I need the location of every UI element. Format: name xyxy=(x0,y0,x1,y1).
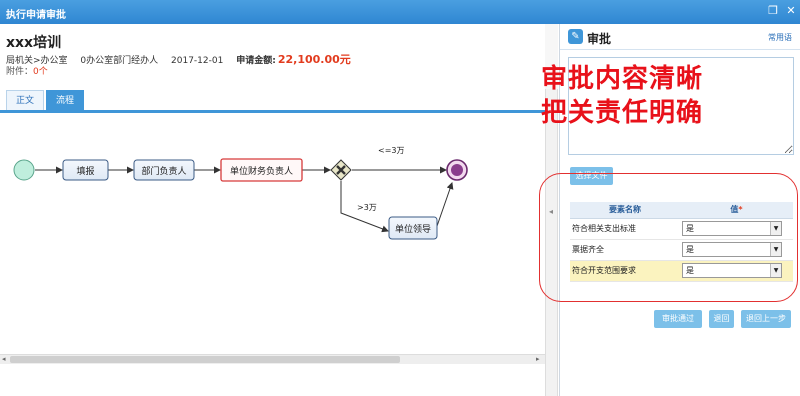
edge-label-gt: >3万 xyxy=(357,203,377,212)
handler: 0办公室部门经办人 xyxy=(80,56,159,66)
approve-button[interactable]: 审批通过 xyxy=(654,310,702,328)
flow-node-leader-label: 单位领导 xyxy=(395,223,431,235)
document-title: xxx培训 xyxy=(6,35,62,51)
approval-title: 审批 xyxy=(587,32,612,46)
attachments: 附件：0个 xyxy=(6,64,48,77)
amount-value: 22,100.00元 xyxy=(277,53,351,66)
tab-bar: 正文 流程 xyxy=(6,90,86,110)
scrollbar-thumb[interactable] xyxy=(10,356,400,363)
annotation-ellipse xyxy=(539,173,798,302)
attachment-count[interactable]: 0个 xyxy=(33,67,48,77)
scroll-right-icon[interactable]: ▸ xyxy=(536,355,540,363)
edge-label-le: <=3万 xyxy=(378,146,405,155)
common-phrases-link[interactable]: 常用语 xyxy=(768,32,792,43)
flow-diagram: 填报 部门负责人 单位财务负责人 单位领导 <=3万 >3万 xyxy=(13,146,468,240)
flow-node-fill-label: 填报 xyxy=(76,165,94,177)
edit-icon: ✎ xyxy=(568,29,583,44)
restore-icon[interactable]: ❐ xyxy=(766,4,780,18)
window-titlebar: 执行申请审批 ❐ ✕ xyxy=(0,0,800,24)
scroll-left-icon[interactable]: ◂ xyxy=(2,355,6,363)
tab-flow[interactable]: 流程 xyxy=(46,90,85,110)
attachment-label: 附件： xyxy=(6,67,34,77)
back-previous-button[interactable]: 退回上一步 xyxy=(741,310,791,328)
annotation-line-2: 把关责任明确 xyxy=(541,98,704,128)
flow-end-inner xyxy=(451,164,463,176)
window-title: 执行申请审批 xyxy=(6,10,66,21)
annotation-line-1: 审批内容清晰 xyxy=(541,64,704,94)
approval-header: ✎ 审批 常用语 xyxy=(560,24,800,50)
reject-button[interactable]: 退回 xyxy=(709,310,734,328)
flow-node-dept-label: 部门负责人 xyxy=(141,165,186,177)
document-meta: 局机关>办公室 0办公室部门经办人 2017-12-01 申请金额: 22,100… xyxy=(6,51,361,67)
annotation-text: 审批内容清晰 把关责任明确 xyxy=(541,62,703,130)
flow-gateway xyxy=(330,159,352,181)
tab-body[interactable]: 正文 xyxy=(6,90,45,110)
flow-start-node xyxy=(13,159,35,181)
flow-node-finance-label: 单位财务负责人 xyxy=(230,165,293,177)
document-pane: xxx培训 局机关>办公室 0办公室部门经办人 2017-12-01 申请金额:… xyxy=(0,24,558,396)
horizontal-scrollbar[interactable]: ◂ ▸ xyxy=(0,354,545,364)
amount-label: 申请金额: xyxy=(236,56,276,66)
edge-lead-end xyxy=(435,182,454,230)
date: 2017-12-01 xyxy=(171,56,224,66)
close-icon[interactable]: ✕ xyxy=(784,4,798,18)
